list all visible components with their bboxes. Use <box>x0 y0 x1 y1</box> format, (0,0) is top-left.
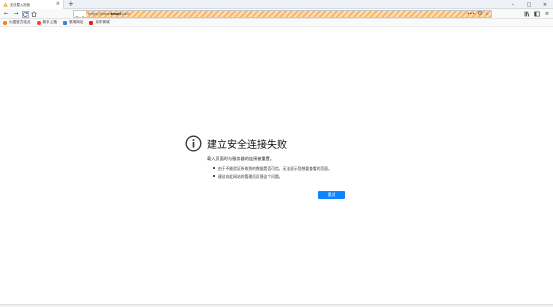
bookmark-item[interactable]: 京东商城 <box>89 20 110 25</box>
bookmark-star-icon[interactable]: ☆ <box>485 12 489 17</box>
home-icon[interactable] <box>30 10 38 18</box>
bookmark-item[interactable]: 火狐官方站点 <box>3 20 31 25</box>
firefox-icon <box>36 20 41 25</box>
bookmark-item[interactable]: 常用网址 <box>62 20 83 25</box>
sidebar-icon[interactable] <box>533 10 541 18</box>
url-text[interactable]: https://www.tmall.com <box>88 12 130 16</box>
minimize-icon[interactable]: – <box>505 0 521 9</box>
menu-icon[interactable]: ≡ <box>543 10 551 18</box>
jd-icon <box>89 20 94 25</box>
error-bullet: 建议向此网站的管理员反馈这个问题。 <box>213 174 332 182</box>
back-icon[interactable]: ← <box>2 10 10 18</box>
error-bullet: 由于不能验证所收到的数据是否可信，无法显示您想要查看的页面。 <box>213 166 332 174</box>
tab-current[interactable]: 无法载入页面 × <box>0 0 64 9</box>
tab-title: 无法载入页面 <box>10 3 30 7</box>
library-icon[interactable] <box>523 10 531 18</box>
error-title: 建立安全连接失败 <box>207 140 287 151</box>
site-identity[interactable] <box>74 11 86 17</box>
close-window-icon[interactable]: × <box>537 0 553 9</box>
reload-icon[interactable] <box>21 10 29 18</box>
tab-strip: 无法载入页面 × + – □ × <box>0 0 553 9</box>
maximize-icon[interactable]: □ <box>521 0 537 9</box>
url-actions: ••• ☆ <box>467 11 489 17</box>
address-bar[interactable]: https://www.tmall.com ••• ☆ <box>73 10 492 18</box>
insecure-url-highlight <box>86 11 491 17</box>
broken-lock-icon[interactable] <box>81 11 85 17</box>
new-tab-icon[interactable]: + <box>68 0 74 9</box>
folder-icon <box>62 20 67 25</box>
retry-button[interactable]: 重试 <box>318 191 345 199</box>
bookmark-item[interactable]: 新手上路 <box>36 20 57 25</box>
pocket-icon[interactable] <box>478 11 482 17</box>
navigation-toolbar: ← → https://www.tmall.com ••• ☆ ≡ <box>0 9 553 19</box>
warning-icon <box>3 2 8 7</box>
firefox-icon <box>3 20 7 25</box>
error-description: 载入页面时与服务器的连接被重置。 <box>207 156 275 161</box>
info-icon[interactable] <box>75 11 79 17</box>
info-icon <box>185 135 202 152</box>
page-actions-icon[interactable]: ••• <box>467 12 475 17</box>
forward-icon[interactable]: → <box>12 10 20 18</box>
bookmarks-toolbar: 火狐官方站点 新手上路 常用网址 京东商城 <box>0 19 553 27</box>
close-tab-icon[interactable]: × <box>56 1 60 8</box>
error-bullet-list: 由于不能验证所收到的数据是否可信，无法显示您想要查看的页面。 建议向此网站的管理… <box>213 166 332 182</box>
